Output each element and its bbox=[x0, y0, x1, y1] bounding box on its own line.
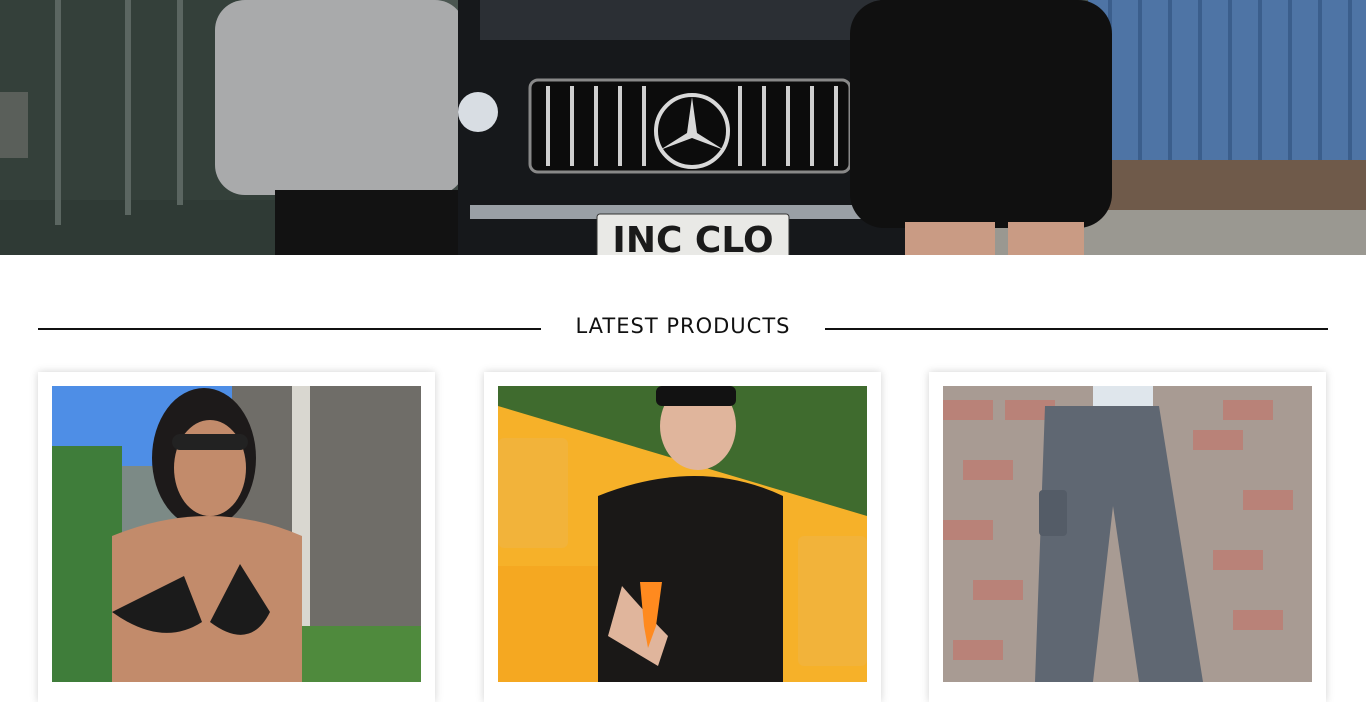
product-photo-cargo-pants bbox=[943, 386, 1312, 682]
product-image[interactable] bbox=[943, 386, 1312, 682]
hero-banner[interactable]: INC CLO bbox=[0, 0, 1366, 255]
product-photo-tshirt bbox=[498, 386, 867, 682]
product-image[interactable] bbox=[52, 386, 421, 682]
product-card[interactable] bbox=[38, 372, 435, 702]
number-plate: INC CLO bbox=[612, 220, 773, 255]
heading-divider-left bbox=[38, 328, 541, 330]
section-title: LATEST PRODUCTS bbox=[575, 314, 791, 338]
product-photo-bikini bbox=[52, 386, 421, 682]
hero-image: INC CLO bbox=[0, 0, 1366, 255]
product-card[interactable] bbox=[929, 372, 1326, 702]
latest-products-header: LATEST PRODUCTS bbox=[38, 310, 1328, 346]
heading-divider-right bbox=[825, 328, 1328, 330]
product-card[interactable] bbox=[484, 372, 881, 702]
product-image[interactable] bbox=[498, 386, 867, 682]
